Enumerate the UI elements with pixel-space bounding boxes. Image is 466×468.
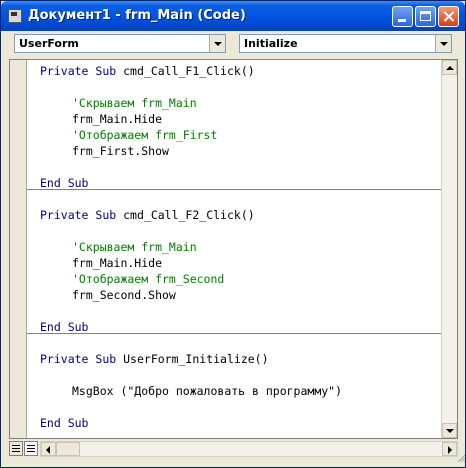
procedure-view-button[interactable] bbox=[9, 441, 23, 456]
procedure-separator bbox=[27, 189, 441, 190]
scroll-thumb[interactable] bbox=[56, 442, 80, 456]
margin-indicator-bar[interactable] bbox=[10, 60, 27, 438]
scroll-up-arrow-icon[interactable] bbox=[442, 60, 457, 75]
scroll-right-arrow-icon[interactable] bbox=[442, 442, 457, 456]
full-module-view-button[interactable] bbox=[24, 441, 38, 456]
code-comment[interactable]: 'Отображаем frm_First bbox=[72, 127, 217, 143]
vertical-scrollbar[interactable] bbox=[441, 60, 457, 438]
object-dropdown-value: UserForm bbox=[19, 37, 79, 50]
keyword: Private bbox=[40, 352, 89, 366]
procedure-name: cmd_Call_F2_Click() bbox=[123, 208, 255, 222]
chevron-down-icon[interactable] bbox=[435, 35, 451, 52]
procedure-dropdown[interactable]: Initialize bbox=[239, 34, 452, 53]
title-bar[interactable]: Документ1 - frm_Main (Code) bbox=[1, 1, 465, 31]
code-line[interactable]: Private Sub cmd_Call_F1_Click() bbox=[40, 63, 255, 79]
code-line[interactable]: frm_Main.Hide bbox=[72, 255, 162, 271]
chevron-down-icon[interactable] bbox=[209, 35, 225, 52]
code-line[interactable]: frm_Second.Show bbox=[72, 287, 176, 303]
scroll-left-arrow-icon[interactable] bbox=[41, 442, 56, 456]
code-comment[interactable]: 'Скрываем frm_Main bbox=[72, 239, 197, 255]
object-dropdown[interactable]: UserForm bbox=[14, 34, 226, 53]
code-line[interactable]: Private Sub UserForm_Initialize() bbox=[40, 351, 269, 367]
horizontal-scrollbar[interactable] bbox=[40, 441, 458, 457]
keyword: Private bbox=[40, 208, 89, 222]
maximize-button[interactable] bbox=[415, 6, 436, 27]
code-comment[interactable]: 'Скрываем frm_Main bbox=[72, 95, 197, 111]
resize-grip-icon[interactable] bbox=[456, 453, 466, 463]
end-sub[interactable]: End Sub bbox=[40, 415, 88, 431]
code-area[interactable]: Private Sub cmd_Call_F1_Click() 'Скрывае… bbox=[27, 60, 441, 438]
keyword: Sub bbox=[95, 64, 117, 78]
code-line[interactable]: frm_Main.Hide bbox=[72, 111, 162, 127]
procedure-separator bbox=[27, 333, 441, 334]
procedure-dropdown-value: Initialize bbox=[244, 37, 298, 50]
editor-bottom-bar bbox=[9, 439, 458, 459]
keyword: Private bbox=[40, 64, 89, 78]
code-window: Документ1 - frm_Main (Code) UserForm Ini… bbox=[0, 0, 466, 468]
code-line[interactable]: frm_First.Show bbox=[72, 143, 169, 159]
window-title: Документ1 - frm_Main (Code) bbox=[28, 8, 246, 23]
keyword: Sub bbox=[95, 352, 117, 366]
code-line[interactable]: Private Sub cmd_Call_F2_Click() bbox=[40, 207, 255, 223]
code-editor[interactable]: Private Sub cmd_Call_F1_Click() 'Скрывае… bbox=[9, 59, 458, 439]
vba-module-icon[interactable] bbox=[8, 9, 22, 23]
code-line[interactable]: MsgBox ("Добро пожаловать в программу") bbox=[72, 383, 342, 399]
minimize-button[interactable] bbox=[392, 6, 413, 27]
procedure-name: UserForm_Initialize() bbox=[123, 352, 269, 366]
close-button[interactable] bbox=[438, 6, 459, 27]
procedure-name: cmd_Call_F1_Click() bbox=[123, 64, 255, 78]
code-comment[interactable]: 'Отображаем frm_Second bbox=[72, 271, 224, 287]
keyword: Sub bbox=[95, 208, 117, 222]
scroll-down-arrow-icon[interactable] bbox=[442, 423, 457, 438]
